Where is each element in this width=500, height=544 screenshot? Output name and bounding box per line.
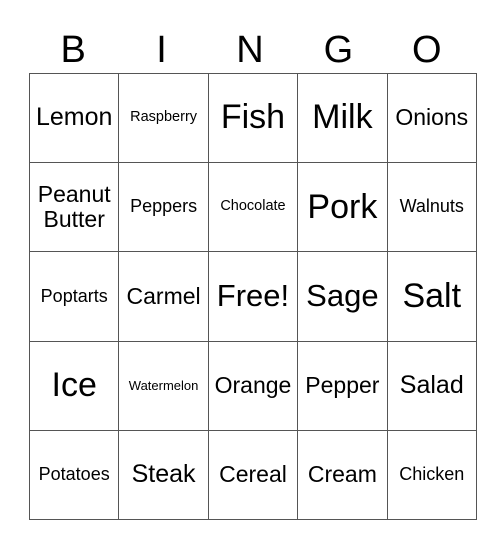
bingo-cell[interactable]: Orange bbox=[207, 340, 299, 431]
bingo-cell[interactable]: Peppers bbox=[118, 162, 209, 253]
grid-row: Potatoes Steak Cereal Cream Chicken bbox=[28, 429, 477, 520]
header-letter-g: G bbox=[323, 29, 354, 71]
bingo-card-grid: Lemon Raspberry Fish Milk Onions Peanut … bbox=[28, 72, 477, 520]
bingo-cell[interactable]: Lemon bbox=[28, 72, 120, 164]
bingo-cell[interactable]: Walnuts bbox=[386, 162, 477, 253]
bingo-cell[interactable]: Fish bbox=[207, 72, 299, 164]
header-letter-o: O bbox=[411, 29, 442, 71]
bingo-cell[interactable]: Raspberry bbox=[118, 72, 209, 164]
header-letter-n: N bbox=[236, 29, 264, 71]
bingo-cell[interactable]: Pork bbox=[297, 162, 388, 253]
bingo-cell[interactable]: Cereal bbox=[207, 429, 299, 520]
grid-row: Lemon Raspberry Fish Milk Onions bbox=[28, 72, 477, 164]
bingo-cell[interactable]: Salad bbox=[386, 340, 477, 431]
bingo-cell[interactable]: Chicken bbox=[386, 429, 477, 520]
bingo-cell[interactable]: Peanut Butter bbox=[28, 162, 120, 253]
bingo-cell[interactable]: Pepper bbox=[297, 340, 388, 431]
bingo-cell[interactable]: Salt bbox=[386, 251, 477, 342]
bingo-cell[interactable]: Ice bbox=[28, 340, 120, 431]
bingo-cell[interactable]: Chocolate bbox=[207, 162, 299, 253]
free-space-cell[interactable]: Free! bbox=[207, 251, 299, 342]
bingo-cell[interactable]: Milk bbox=[297, 72, 388, 164]
header-letter-b: B bbox=[60, 29, 86, 71]
bingo-cell[interactable]: Steak bbox=[118, 429, 209, 520]
bingo-cell[interactable]: Poptarts bbox=[28, 251, 120, 342]
bingo-cell[interactable]: Cream bbox=[297, 429, 388, 520]
grid-row: Ice Watermelon Orange Pepper Salad bbox=[28, 340, 477, 431]
grid-row: Poptarts Carmel Free! Sage Salt bbox=[28, 251, 477, 342]
bingo-cell[interactable]: Onions bbox=[386, 72, 477, 164]
bingo-cell[interactable]: Watermelon bbox=[118, 340, 209, 431]
header-letter-i: I bbox=[156, 29, 167, 71]
bingo-cell[interactable]: Potatoes bbox=[28, 429, 120, 520]
grid-row: Peanut Butter Peppers Chocolate Pork Wal… bbox=[28, 162, 477, 253]
bingo-cell[interactable]: Carmel bbox=[118, 251, 209, 342]
bingo-cell[interactable]: Sage bbox=[297, 251, 388, 342]
bingo-header: B I N G O bbox=[29, 30, 471, 70]
